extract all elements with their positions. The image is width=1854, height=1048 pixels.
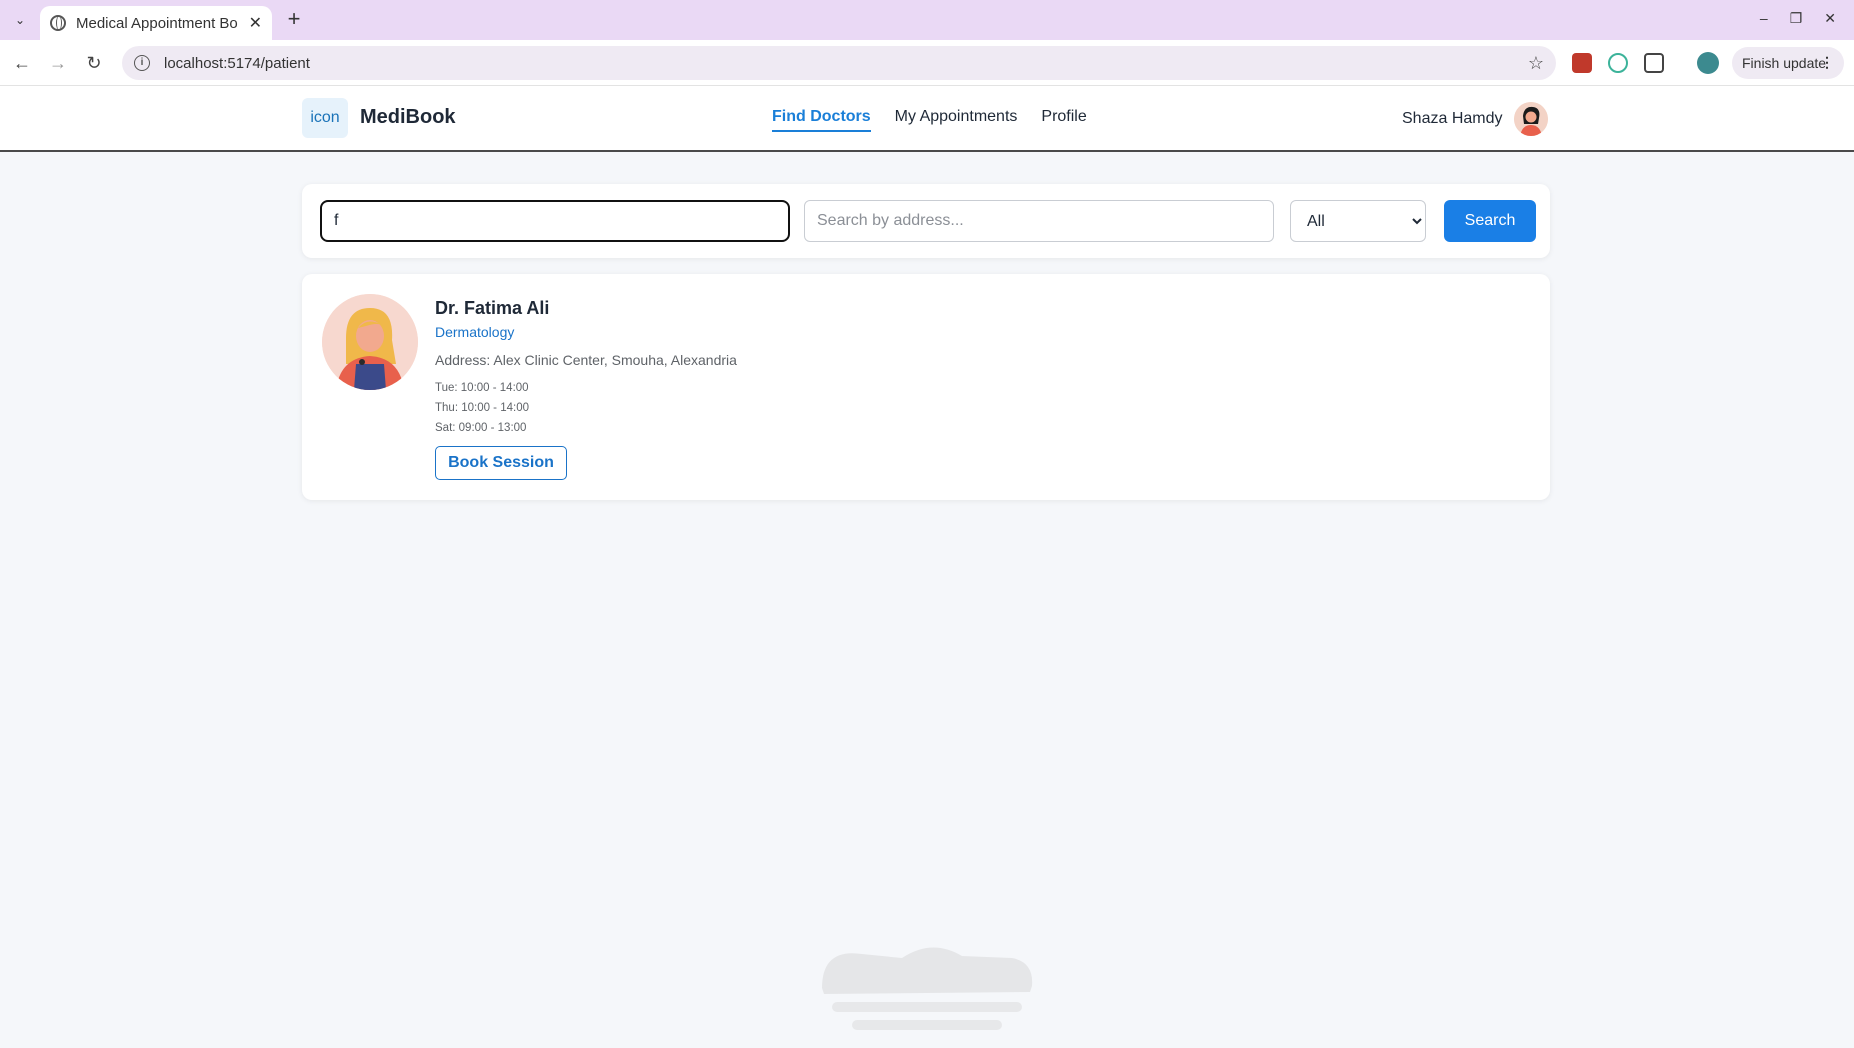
extensions-puzzle-icon[interactable]	[1644, 53, 1664, 73]
doctor-name-search-input[interactable]	[320, 200, 790, 242]
doctor-specialty: Dermatology	[435, 324, 515, 340]
tab-search-chevron-icon[interactable]: ⌄	[8, 9, 32, 31]
globe-icon	[50, 15, 66, 31]
reload-icon[interactable]: ↻	[82, 51, 106, 75]
tab-title: Medical Appointment Bo	[76, 14, 238, 32]
restore-icon[interactable]: ❐	[1790, 10, 1803, 27]
finish-update-button[interactable]: Finish update ⋮	[1732, 47, 1844, 79]
extension-icon[interactable]	[1572, 53, 1592, 73]
browser-toolbar: ← → ↻ i localhost:5174/patient ☆ Finish …	[0, 40, 1854, 86]
nav-find-doctors[interactable]: Find Doctors	[772, 108, 871, 132]
bookmark-star-icon[interactable]: ☆	[1528, 53, 1544, 74]
browser-tab-strip: ⌄ Medical Appointment Bo ✕ + – ❐ ✕	[0, 0, 1854, 40]
nav-profile[interactable]: Profile	[1041, 108, 1086, 132]
profile-avatar-icon[interactable]	[1697, 52, 1719, 74]
browser-tab[interactable]: Medical Appointment Bo ✕	[40, 6, 272, 40]
doctor-name: Dr. Fatima Ali	[435, 298, 550, 318]
doctor-schedule: Tue: 10:00 - 14:00 Thu: 10:00 - 14:00 Sa…	[435, 378, 529, 438]
specialty-filter-select[interactable]: All	[1290, 200, 1426, 242]
address-bar[interactable]: i localhost:5174/patient ☆	[122, 46, 1556, 80]
doctor-avatar	[322, 294, 418, 390]
nav-my-appointments[interactable]: My Appointments	[895, 108, 1018, 132]
app-header: icon MediBook Find Doctors My Appointmen…	[0, 86, 1854, 152]
back-icon[interactable]: ←	[10, 51, 34, 75]
watermark-icon	[822, 947, 1033, 1030]
window-controls: – ❐ ✕	[1760, 10, 1836, 27]
tab-close-icon[interactable]: ✕	[249, 13, 262, 33]
finish-update-label: Finish update	[1742, 55, 1827, 71]
book-session-button[interactable]: Book Session	[435, 446, 567, 480]
watermark-logo	[812, 918, 1042, 1038]
forward-icon[interactable]: →	[46, 51, 70, 75]
logo-icon[interactable]: icon	[302, 98, 348, 138]
schedule-item: Tue: 10:00 - 14:00	[435, 382, 529, 394]
url-text: localhost:5174/patient	[164, 54, 310, 72]
search-button[interactable]: Search	[1444, 200, 1536, 242]
doctor-address: Address: Alex Clinic Center, Smouha, Ale…	[435, 352, 737, 368]
search-panel: All Search	[302, 184, 1550, 258]
new-tab-icon[interactable]: +	[282, 8, 306, 32]
more-menu-icon[interactable]: ⋮	[1820, 54, 1834, 71]
schedule-item: Thu: 10:00 - 14:00	[435, 402, 529, 414]
doctor-illustration-icon	[322, 294, 418, 390]
address-search-input[interactable]	[804, 200, 1274, 242]
brand-name[interactable]: MediBook	[360, 106, 456, 129]
avatar-illustration-icon	[1514, 102, 1548, 136]
window-close-icon[interactable]: ✕	[1824, 10, 1836, 27]
schedule-item: Sat: 09:00 - 13:00	[435, 422, 527, 434]
extension-icon[interactable]	[1608, 53, 1628, 73]
doctor-card: Dr. Fatima Ali Dermatology Address: Alex…	[302, 274, 1550, 500]
main-nav: Find Doctors My Appointments Profile	[772, 108, 1087, 132]
user-name: Shaza Hamdy	[1402, 110, 1503, 127]
site-info-icon[interactable]: i	[134, 55, 150, 71]
minimize-icon[interactable]: –	[1760, 10, 1768, 27]
user-avatar[interactable]	[1514, 102, 1548, 136]
